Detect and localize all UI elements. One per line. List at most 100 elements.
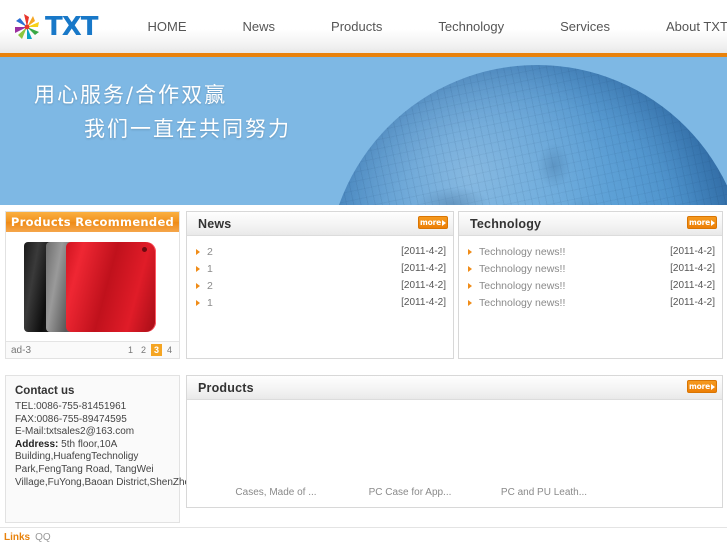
contact-address-line-2: Building,HuafengTechnoligy xyxy=(15,451,139,463)
nav-item-services[interactable]: Services xyxy=(532,0,638,53)
product-item-caption[interactable]: Cases, Made of ... xyxy=(209,487,343,498)
products-panel: Products more Cases, Made of ... PC Case… xyxy=(186,375,723,508)
technology-title: Technology xyxy=(470,217,542,231)
nav-item-about[interactable]: About TXT xyxy=(638,0,727,53)
nav-item-home[interactable]: HOME xyxy=(120,0,215,53)
arrow-right-icon xyxy=(196,248,200,255)
product-item-caption[interactable]: PC and PU Leath... xyxy=(477,487,611,498)
technology-item-label[interactable]: Technology news!! xyxy=(479,297,670,309)
slide-caption: ad-3 xyxy=(11,344,32,356)
technology-item-label[interactable]: Technology news!! xyxy=(479,246,670,258)
technology-header: Technology more xyxy=(459,212,722,236)
nav-item-products[interactable]: Products xyxy=(303,0,410,53)
starburst-pinwheel-icon xyxy=(10,10,44,44)
contact-fax: FAX:0086-755-89474595 xyxy=(15,413,127,425)
technology-item-date: [2011-4-2] xyxy=(670,280,715,291)
news-item-date: [2011-4-2] xyxy=(401,297,446,308)
products-header: Products more xyxy=(187,376,722,400)
pager-page-4[interactable]: 4 xyxy=(164,344,175,356)
news-more-label: more xyxy=(420,217,441,227)
arrow-right-icon xyxy=(710,219,715,226)
news-item-label[interactable]: 2 xyxy=(207,246,401,258)
news-item[interactable]: 2 [2011-4-2] xyxy=(194,243,446,260)
products-recommended-image[interactable] xyxy=(6,232,179,341)
arrow-right-icon xyxy=(468,265,472,272)
contact-address-line-4: Village,FuYong,Baoan District,ShenZhen xyxy=(15,476,196,488)
pager-page-2[interactable]: 2 xyxy=(138,344,149,356)
products-title: Products xyxy=(198,381,254,395)
arrow-right-icon xyxy=(710,383,715,390)
technology-list: Technology news!! [2011-4-2] Technology … xyxy=(459,236,722,311)
contact-address-line-1: Address: 5th floor,10A xyxy=(15,439,173,452)
technology-item[interactable]: Technology news!! [2011-4-2] xyxy=(466,260,715,277)
banner-line-2: 我们一直在共同努力 xyxy=(84,117,291,141)
hero-banner: 用心服务/合作双赢 我们一直在共同努力 xyxy=(0,57,727,205)
logo-text: TXT xyxy=(45,11,99,42)
technology-item-date: [2011-4-2] xyxy=(670,297,715,308)
footer-links: Links QQ xyxy=(4,532,51,543)
site-header: TXT HOME News Products Technology Servic… xyxy=(0,0,727,53)
products-gallery: Cases, Made of ... PC Case for App... PC… xyxy=(187,400,722,507)
news-item[interactable]: 1 [2011-4-2] xyxy=(194,260,446,277)
links-title: Links xyxy=(4,532,31,543)
contact-title: Contact us xyxy=(15,385,75,397)
address-label: Address: xyxy=(15,438,59,450)
arrow-right-icon xyxy=(468,299,472,306)
technology-item-date: [2011-4-2] xyxy=(670,246,715,257)
product-item-caption[interactable]: PC Case for App... xyxy=(343,487,477,498)
main-nav: HOME News Products Technology Services A… xyxy=(98,0,727,53)
news-item-label[interactable]: 1 xyxy=(207,263,401,275)
technology-more-label: more xyxy=(689,217,710,227)
news-item[interactable]: 1 [2011-4-2] xyxy=(194,294,446,311)
news-item[interactable]: 2 [2011-4-2] xyxy=(194,277,446,294)
news-item-date: [2011-4-2] xyxy=(401,263,446,274)
tablet-cases-image xyxy=(24,242,156,332)
banner-text-block: 用心服务/合作双赢 我们一直在共同努力 xyxy=(0,57,727,205)
technology-item[interactable]: Technology news!! [2011-4-2] xyxy=(466,294,715,311)
technology-item-date: [2011-4-2] xyxy=(670,263,715,274)
contact-tel: TEL:0086-755-81451961 xyxy=(15,401,127,412)
technology-item[interactable]: Technology news!! [2011-4-2] xyxy=(466,243,715,260)
products-recommended-footer: ad-3 1 2 3 4 xyxy=(6,341,179,358)
pager-page-1[interactable]: 1 xyxy=(125,344,136,356)
news-list: 2 [2011-4-2] 1 [2011-4-2] 2 [2011-4-2] 1… xyxy=(187,236,453,311)
page-root: TXT HOME News Products Technology Servic… xyxy=(0,0,727,545)
arrow-right-icon xyxy=(468,282,472,289)
footer-divider xyxy=(0,527,727,528)
news-header: News more xyxy=(187,212,453,236)
technology-item-label[interactable]: Technology news!! xyxy=(479,280,670,292)
main-content: Products Recommended ad-3 1 2 3 4 Contac… xyxy=(0,207,727,527)
news-panel: News more 2 [2011-4-2] 1 [2011-4-2] 2 [2… xyxy=(186,211,454,359)
technology-item[interactable]: Technology news!! [2011-4-2] xyxy=(466,277,715,294)
products-caption-row: Cases, Made of ... PC Case for App... PC… xyxy=(187,487,722,498)
technology-panel: Technology more Technology news!! [2011-… xyxy=(458,211,723,359)
products-recommended-header: Products Recommended xyxy=(6,212,179,232)
products-more-button[interactable]: more xyxy=(687,380,717,393)
contact-email: E-Mail:txtsales2@163.com xyxy=(15,426,135,438)
technology-more-button[interactable]: more xyxy=(687,216,717,229)
nav-item-technology[interactable]: Technology xyxy=(410,0,532,53)
address-street: 5th floor,10A xyxy=(58,438,118,450)
products-recommended-panel: Products Recommended ad-3 1 2 3 4 xyxy=(5,211,180,359)
technology-item-label[interactable]: Technology news!! xyxy=(479,263,670,275)
products-more-label: more xyxy=(689,381,710,391)
contact-details: TEL:0086-755-81451961 FAX:0086-755-89474… xyxy=(6,401,196,489)
arrow-right-icon xyxy=(196,299,200,306)
news-item-date: [2011-4-2] xyxy=(401,280,446,291)
slide-pager: 1 2 3 4 xyxy=(125,344,175,356)
link-qq[interactable]: QQ xyxy=(35,532,51,543)
arrow-right-icon xyxy=(468,248,472,255)
news-item-date: [2011-4-2] xyxy=(401,246,446,257)
arrow-right-icon xyxy=(196,265,200,272)
news-more-button[interactable]: more xyxy=(418,216,448,229)
case-red xyxy=(66,242,156,332)
news-item-label[interactable]: 1 xyxy=(207,297,401,309)
arrow-right-icon xyxy=(196,282,200,289)
contact-address-line-3: Park,FengTang Road, TangWei xyxy=(15,463,154,475)
news-item-label[interactable]: 2 xyxy=(207,280,401,292)
banner-line-1: 用心服务/合作双赢 xyxy=(34,83,228,107)
site-logo[interactable]: TXT xyxy=(10,10,99,44)
pager-page-3[interactable]: 3 xyxy=(151,344,162,356)
nav-item-news[interactable]: News xyxy=(215,0,304,53)
products-recommended-title: Products Recommended xyxy=(10,215,175,229)
